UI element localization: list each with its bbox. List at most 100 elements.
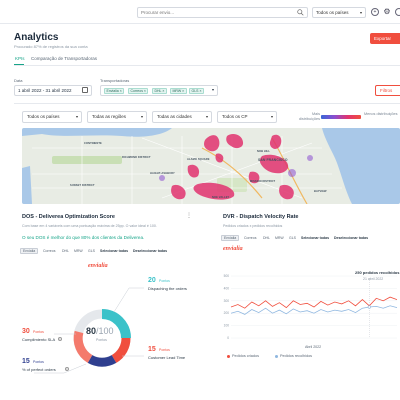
chip-label: Envialia — [106, 89, 119, 93]
chevron-down-icon: ▾ — [270, 114, 273, 119]
stat-sla-value: 30 — [22, 328, 30, 335]
map-region-dropdown[interactable]: Todas as regiões ▾ — [87, 111, 147, 123]
y-tick-label: 200 — [224, 311, 230, 315]
pill-dhl[interactable]: DHL — [60, 248, 71, 254]
chip-label: GLS — [191, 89, 199, 93]
chart-x-label: Abril 2022 — [305, 345, 322, 349]
y-tick-label: 400 — [224, 286, 230, 290]
map-label: MISSION DISTRICT — [250, 180, 276, 183]
more-options-icon[interactable]: ⋮ — [186, 212, 192, 219]
pill-envialia[interactable]: Envialia — [221, 235, 240, 241]
page-subtitle: Procurado 87% de registros da sua conta — [14, 44, 88, 49]
map-label: BAYVIEW — [314, 190, 327, 193]
legend-collected: Pedidos recolhidos — [280, 354, 313, 358]
chip-label: Correos — [130, 89, 143, 93]
chevron-down-icon: ▾ — [140, 114, 143, 119]
legend-low-label: Menos distribuições — [364, 112, 398, 116]
gear-icon[interactable]: ⚙ — [383, 8, 391, 16]
chip-dhl[interactable]: DHL × — [152, 88, 167, 94]
pill-correos[interactable]: Correos — [242, 235, 258, 241]
chip-correos[interactable]: Correos × — [128, 88, 149, 94]
stat-perfect-orders-unit: Pontos — [33, 360, 44, 364]
chevron-down-icon: ▾ — [75, 114, 78, 119]
chip-envialia[interactable]: Envialia × — [104, 88, 125, 94]
map-label: CONTINENTE — [84, 142, 102, 145]
dvr-card-title: DVR - Dispatch Velocity Rate — [223, 214, 299, 220]
map-city-dropdown[interactable]: Todas as cidades ▾ — [152, 111, 212, 123]
pill-mrw[interactable]: MRW — [273, 235, 286, 241]
map-label: NOE VALLEY — [212, 196, 230, 199]
date-range-value: 1 abril 2022 - 31 abril 2022 — [18, 88, 72, 93]
dvr-card: DVR - Dispatch Velocity Rate Pedidos cri… — [215, 208, 400, 400]
chart-tooltip-title: 250 pedidos recolhidos — [355, 270, 400, 275]
search-icon[interactable] — [297, 9, 304, 16]
park-area — [52, 156, 122, 164]
carriers-multiselect[interactable]: Envialia × Correos × DHL × MRW × GLS × ▾ — [100, 85, 218, 96]
legend-dot-created — [227, 355, 230, 358]
user-icon[interactable] — [395, 8, 400, 16]
stat-dispatch-unit: Pontos — [159, 279, 170, 283]
top-bar: Todos os países ▾ + ⚙ — [0, 0, 400, 24]
pill-gls[interactable]: GLS — [287, 235, 298, 241]
distribution-heatmap[interactable]: CONTINENTE NOB HILL SAN FRANCISCO ALAMO … — [22, 128, 400, 204]
tab-carrier-comparison[interactable]: Comparação de Transportadoras — [31, 56, 97, 61]
stat-lead-time-value: 15 — [148, 346, 156, 353]
page-title: Analytics — [14, 32, 59, 43]
legend-high-label: Mais distribuições — [298, 112, 320, 121]
date-range-field[interactable]: 1 abril 2022 - 31 abril 2022 — [14, 85, 92, 96]
hover-point[interactable] — [367, 305, 371, 309]
stat-sla-label: Cumplimiento SLA — [22, 337, 56, 342]
info-icon[interactable]: i — [65, 367, 69, 371]
chevron-down-icon: ▾ — [359, 10, 362, 15]
pill-correos[interactable]: Correos — [41, 248, 57, 254]
map-country-dropdown[interactable]: Todos os países ▾ — [22, 111, 82, 123]
chip-label: DHL — [154, 89, 162, 93]
stat-perfect-orders-value: 15 — [22, 358, 30, 365]
search-box[interactable] — [137, 7, 308, 18]
pill-mrw[interactable]: MRW — [72, 248, 85, 254]
pill-dhl[interactable]: DHL — [261, 235, 272, 241]
map-postal-dropdown[interactable]: Todos os CP ▾ — [217, 111, 277, 123]
filters-button-label: Filtros — [380, 88, 393, 93]
tab-kpis[interactable]: KPIs — [15, 56, 25, 61]
pill-envialia[interactable]: Envialia — [20, 248, 39, 254]
map-label: ALAMO SQUARE — [187, 158, 210, 161]
map-label: RICHMOND DISTRICT — [122, 156, 151, 159]
y-tick-label: 100 — [224, 324, 230, 328]
dos-card-highlight: O seu DOS é melhor do que 80% dos client… — [22, 235, 145, 240]
legend-dot-collected — [275, 355, 278, 358]
country-select[interactable]: Todos os países ▾ — [312, 7, 366, 18]
chip-gls[interactable]: GLS × — [189, 88, 205, 94]
chevron-down-icon: ▾ — [205, 114, 208, 119]
select-all-link[interactable]: Selecionar todas — [299, 235, 331, 241]
calendar-icon[interactable] — [82, 87, 88, 93]
dos-card-title: DOS - Deliverea Optimization Score — [22, 214, 115, 220]
chart-tooltip-date: 21 abril 2022 — [363, 277, 384, 281]
stat-lead-time-unit: Pontos — [159, 348, 170, 352]
chip-label: MRW — [172, 89, 182, 93]
y-tick-label: 300 — [224, 299, 230, 303]
y-tick-label: 500 — [224, 274, 230, 278]
stat-dispatch-label: Dispaching the orders — [148, 286, 187, 291]
plus-circle-icon[interactable]: + — [371, 8, 379, 16]
deselect-all-link[interactable]: Deseleccionar todas — [131, 248, 169, 254]
stat-dispatch-value: 20 — [148, 277, 156, 284]
legend-created: Pedidos criados — [232, 354, 260, 358]
export-button-label: Exportar — [374, 36, 392, 41]
dos-card-description: Com base em 4 variáveis com uma pontuaçã… — [22, 224, 157, 228]
deselect-all-link[interactable]: Deseleccionar todas — [332, 235, 370, 241]
map-canvas — [22, 128, 400, 204]
pill-gls[interactable]: GLS — [86, 248, 97, 254]
search-input[interactable] — [138, 8, 288, 17]
chip-mrw[interactable]: MRW × — [170, 88, 187, 94]
info-icon[interactable]: i — [58, 337, 62, 341]
dropdown-value: Todos os CP — [222, 114, 248, 119]
y-tick-label: 0 — [227, 336, 229, 340]
dos-card: DOS - Deliverea Optimization Score ⋮ Com… — [14, 208, 192, 400]
dropdown-value: Todas as cidades — [157, 114, 192, 119]
dropdown-value: Todos os países — [27, 114, 60, 119]
export-button[interactable]: Exportar — [370, 33, 400, 44]
select-all-link[interactable]: Selecionar todas — [98, 248, 130, 254]
dropdown-value: Todas as regiões — [92, 114, 127, 119]
filters-button[interactable]: Filtros — [375, 85, 400, 96]
